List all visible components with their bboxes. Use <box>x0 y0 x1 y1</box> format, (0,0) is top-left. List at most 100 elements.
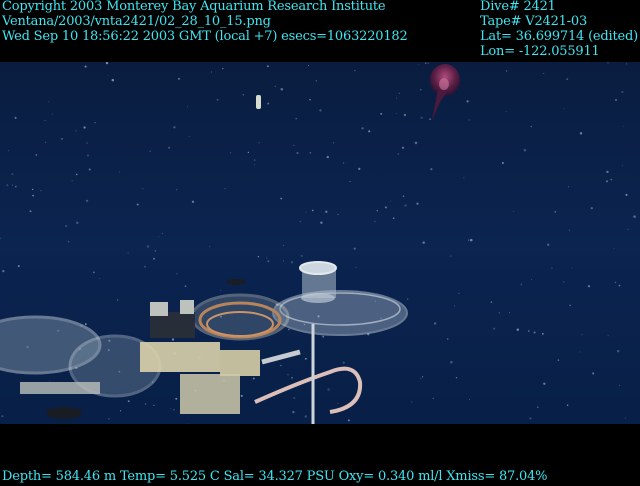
snow-particle <box>358 167 361 171</box>
snow-particle <box>342 361 345 364</box>
snow-particle <box>305 211 307 213</box>
snow-particle <box>254 164 255 166</box>
latitude-text: Lat= 36.699714 (edited) <box>480 29 639 44</box>
snow-particle <box>411 401 413 403</box>
snow-particle <box>14 116 17 119</box>
snow-particle <box>566 78 569 81</box>
snow-particle <box>308 64 310 66</box>
snow-particle <box>626 63 628 65</box>
snow-particle <box>501 162 504 164</box>
snow-particle <box>516 328 520 331</box>
snow-particle <box>117 299 119 301</box>
snow-particle <box>48 380 50 382</box>
snow-particle <box>498 312 500 314</box>
snow-particle <box>11 184 14 186</box>
snow-particle <box>469 398 471 400</box>
snow-particle <box>240 394 243 397</box>
snow-particle <box>296 151 299 155</box>
snow-particle <box>493 327 496 330</box>
snow-particle <box>605 180 609 183</box>
snow-particle <box>2 270 5 273</box>
snow-particle <box>144 265 147 268</box>
timestamp-text: Wed Sep 10 18:56:22 2003 GMT (local +7) … <box>2 29 408 44</box>
snow-particle <box>88 168 91 171</box>
snow-particle <box>384 206 387 209</box>
snow-particle <box>252 377 255 380</box>
snow-particle <box>433 322 437 325</box>
snow-particle <box>421 376 424 378</box>
snow-particle <box>568 229 571 232</box>
snow-particle <box>211 71 213 73</box>
snow-particle <box>1 415 4 418</box>
snow-particle <box>65 225 68 228</box>
snow-particle <box>579 132 583 135</box>
snow-particle <box>222 67 224 70</box>
snow-particle <box>167 146 171 149</box>
snow-particle <box>390 200 391 202</box>
snow-particle <box>99 278 100 279</box>
snow-particle <box>267 260 270 263</box>
snow-particle <box>392 217 395 220</box>
snow-particle <box>216 98 219 101</box>
snow-particle <box>424 62 427 64</box>
snow-particle <box>490 301 493 303</box>
snow-particle <box>407 298 409 300</box>
snow-particle <box>404 204 407 207</box>
snow-particle <box>229 152 232 154</box>
snow-particle <box>60 137 64 141</box>
snow-particle <box>118 171 120 173</box>
snow-particle <box>505 110 507 113</box>
snow-particle <box>173 408 175 411</box>
snow-particle <box>355 266 357 268</box>
snow-particle <box>468 119 470 121</box>
snow-particle <box>618 384 621 387</box>
snow-particle <box>176 189 178 191</box>
snow-particle <box>152 257 156 260</box>
snow-particle <box>607 335 609 337</box>
snow-particle <box>621 90 624 94</box>
snow-particle <box>625 193 628 196</box>
snow-particle <box>607 62 609 64</box>
snow-particle <box>623 125 625 127</box>
snow-particle <box>414 141 418 145</box>
snow-particle <box>105 62 109 65</box>
snow-particle <box>624 417 626 419</box>
snow-particle <box>463 177 465 179</box>
snow-particle <box>171 338 175 341</box>
snow-particle <box>75 130 77 132</box>
snow-particle <box>337 214 339 216</box>
snow-particle <box>530 125 533 128</box>
snow-particle <box>86 142 88 144</box>
snow-particle <box>325 210 328 213</box>
snow-particle <box>292 410 295 414</box>
snow-particle <box>342 162 345 164</box>
snow-particle <box>119 410 122 412</box>
snow-particle <box>450 255 452 257</box>
snow-particle <box>35 154 38 156</box>
snow-particle <box>397 153 400 155</box>
snow-particle <box>523 148 527 152</box>
tape-number-text: Tape# V2421-03 <box>480 14 588 29</box>
snow-particle <box>309 151 312 154</box>
snow-particle <box>616 349 620 353</box>
snow-particle <box>569 304 571 307</box>
snow-particle <box>173 126 176 129</box>
snow-particle <box>142 188 144 190</box>
snow-particle <box>557 359 560 361</box>
snow-particle <box>84 323 87 326</box>
snow-particle <box>280 364 282 367</box>
snow-particle <box>554 211 556 213</box>
snow-particle <box>419 88 422 91</box>
snow-particle <box>188 135 190 137</box>
snow-particle <box>327 388 330 391</box>
snow-particle <box>31 188 34 191</box>
snow-particle <box>175 397 178 400</box>
snow-particle <box>505 70 508 72</box>
snow-particle <box>71 180 73 182</box>
snow-particle <box>304 415 308 418</box>
snow-particle <box>315 80 317 82</box>
snow-particle <box>309 98 311 101</box>
snow-particle <box>267 102 270 105</box>
snow-particle <box>533 331 536 334</box>
snow-particle <box>454 305 456 307</box>
